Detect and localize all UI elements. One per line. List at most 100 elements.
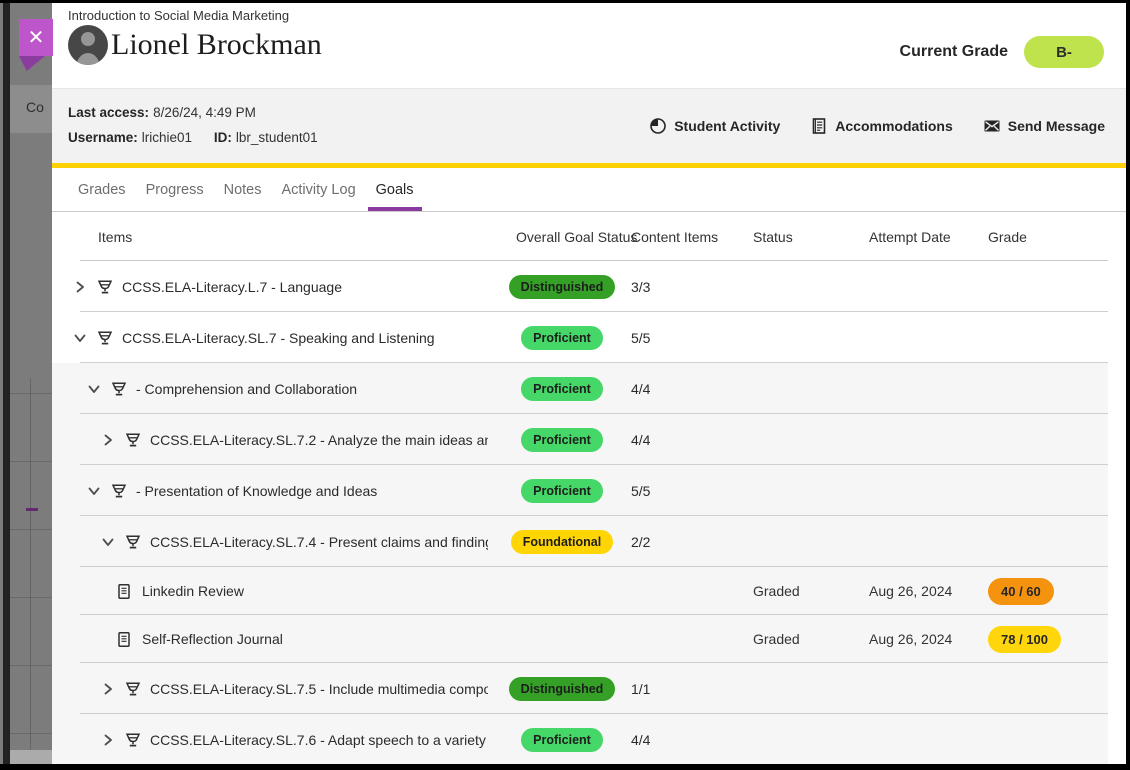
expand-chevron-icon[interactable] (72, 330, 88, 346)
goal-status-badge: Proficient (521, 377, 603, 401)
table-row[interactable]: Linkedin Review Graded Aug 26, 2024 40 /… (52, 567, 1108, 615)
goal-status-badge: Proficient (521, 428, 603, 452)
table-row[interactable]: CCSS.ELA-Literacy.SL.7 - Speaking and Li… (52, 312, 1108, 363)
background-partial-text: Co (26, 99, 44, 115)
last-access-value: 8/26/24, 4:49 PM (153, 105, 256, 120)
expand-chevron-icon[interactable] (100, 681, 116, 697)
expand-chevron-icon[interactable] (100, 432, 116, 448)
content-items-count: 4/4 (631, 363, 650, 414)
content-items-count: 3/3 (631, 261, 650, 312)
clock-pie-icon (649, 117, 667, 135)
table-row[interactable]: - Comprehension and Collaboration Profic… (52, 363, 1108, 414)
background-grid-line (10, 393, 52, 394)
column-header-content-items: Content Items (631, 212, 718, 261)
table-row[interactable]: CCSS.ELA-Literacy.L.7 - Language Disting… (52, 261, 1108, 312)
student-activity-button[interactable]: Student Activity (649, 117, 780, 135)
background-grid-line (10, 665, 52, 666)
expand-chevron-icon[interactable] (86, 483, 102, 499)
send-message-label: Send Message (1008, 118, 1105, 134)
close-icon: ✕ (28, 28, 45, 48)
goals-table-body: CCSS.ELA-Literacy.L.7 - Language Disting… (52, 261, 1126, 764)
table-row[interactable]: Self-Reflection Journal Graded Aug 26, 2… (52, 615, 1108, 663)
content-items-count: 4/4 (631, 414, 650, 465)
content-document-icon (116, 630, 134, 648)
expand-chevron-icon[interactable] (100, 732, 116, 748)
panel-header: Introduction to Social Media Marketing L… (52, 3, 1126, 88)
goal-trophy-icon (124, 533, 142, 551)
last-access: Last access: 8/26/24, 4:49 PM (68, 105, 318, 120)
background-grid-line (10, 529, 52, 530)
item-title: Self-Reflection Journal (142, 631, 283, 647)
content-items-count: 5/5 (631, 312, 650, 363)
student-name: Lionel Brockman (111, 28, 322, 62)
item-title: CCSS.ELA-Literacy.SL.7.4 - Present claim… (150, 534, 488, 550)
content-items-count: 5/5 (631, 465, 650, 516)
item-title: CCSS.ELA-Literacy.SL.7.6 - Adapt speech … (150, 732, 488, 748)
table-row[interactable]: CCSS.ELA-Literacy.SL.7.5 - Include multi… (52, 663, 1108, 714)
table-header-row: Items Overall Goal Status Content Items … (52, 212, 1108, 261)
grade-pill: 78 / 100 (988, 626, 1061, 653)
course-title: Introduction to Social Media Marketing (68, 8, 289, 23)
envelope-icon (983, 117, 1001, 135)
tab-bar: Grades Progress Notes Activity Log Goals (52, 168, 1126, 212)
expand-chevron-icon[interactable] (72, 279, 88, 295)
current-grade-pill: B- (1024, 36, 1104, 68)
username-label: Username: (68, 130, 138, 145)
id-value: lbr_student01 (236, 130, 318, 145)
table-row[interactable]: CCSS.ELA-Literacy.SL.7.2 - Analyze the m… (52, 414, 1108, 465)
username-value: lrichie01 (142, 130, 192, 145)
content-items-count: 1/1 (631, 663, 650, 714)
accommodations-label: Accommodations (835, 118, 952, 134)
accommodations-document-icon (810, 117, 828, 135)
item-title: CCSS.ELA-Literacy.SL.7 - Speaking and Li… (122, 330, 435, 346)
table-row[interactable]: CCSS.ELA-Literacy.SL.7.6 - Adapt speech … (52, 714, 1108, 764)
attempt-date: Aug 26, 2024 (869, 567, 952, 615)
tab-goals[interactable]: Goals (368, 168, 422, 211)
grade-pill: 40 / 60 (988, 578, 1054, 605)
goal-status-badge: Proficient (521, 326, 603, 350)
background-sidebar (3, 3, 10, 764)
item-title: - Presentation of Knowledge and Ideas (136, 483, 377, 499)
student-activity-label: Student Activity (674, 118, 780, 134)
tab-grades[interactable]: Grades (70, 168, 134, 211)
background-footer-strip (10, 750, 52, 764)
username-id: Username: lrichie01 ID: lbr_student01 (68, 130, 318, 145)
item-title: - Comprehension and Collaboration (136, 381, 357, 397)
item-status: Graded (753, 615, 800, 663)
item-title: CCSS.ELA-Literacy.SL.7.5 - Include multi… (150, 681, 488, 697)
goal-status-badge: Foundational (511, 530, 613, 554)
tab-activity-log[interactable]: Activity Log (273, 168, 363, 211)
expand-chevron-icon[interactable] (86, 381, 102, 397)
student-info-bar: Last access: 8/26/24, 4:49 PM Username: lr… (52, 88, 1126, 163)
id-label: ID: (214, 130, 232, 145)
content-document-icon (116, 582, 134, 600)
student-overview-panel: Introduction to Social Media Marketing L… (52, 3, 1126, 764)
content-items-count: 2/2 (631, 516, 650, 567)
tab-notes[interactable]: Notes (216, 168, 270, 211)
content-items-count: 4/4 (631, 714, 650, 764)
column-header-status: Status (753, 212, 793, 261)
column-header-grade: Grade (988, 212, 1027, 261)
column-header-overall-goal-status: Overall Goal Status (516, 212, 637, 261)
goal-trophy-icon (96, 329, 114, 347)
tab-progress[interactable]: Progress (138, 168, 212, 211)
current-grade-label: Current Grade (900, 43, 1008, 61)
table-row[interactable]: CCSS.ELA-Literacy.SL.7.4 - Present claim… (52, 516, 1108, 567)
send-message-button[interactable]: Send Message (983, 117, 1105, 135)
student-avatar (68, 25, 108, 65)
item-title: CCSS.ELA-Literacy.SL.7.2 - Analyze the m… (150, 432, 488, 448)
accommodations-button[interactable]: Accommodations (810, 117, 952, 135)
background-grid-line (10, 461, 52, 462)
goal-trophy-icon (96, 278, 114, 296)
dimmed-background-page: Co (0, 3, 52, 764)
background-grid-line (10, 597, 52, 598)
goal-trophy-icon (110, 482, 128, 500)
last-access-label: Last access: (68, 105, 149, 120)
table-row[interactable]: - Presentation of Knowledge and Ideas Pr… (52, 465, 1108, 516)
goal-status-badge: Proficient (521, 728, 603, 752)
item-title: CCSS.ELA-Literacy.L.7 - Language (122, 279, 342, 295)
goal-trophy-icon (110, 380, 128, 398)
expand-chevron-icon[interactable] (100, 534, 116, 550)
item-title: Linkedin Review (142, 583, 244, 599)
close-panel-button[interactable]: ✕ (19, 19, 53, 56)
